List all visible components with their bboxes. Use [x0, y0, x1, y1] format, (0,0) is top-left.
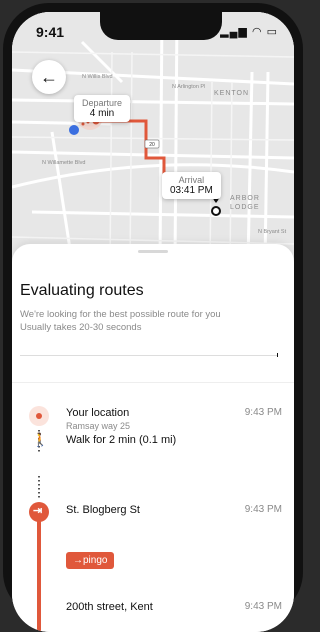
- step-transit-stop[interactable]: St. Blogberg St 9:43 PM: [66, 504, 282, 516]
- step-detail: Ramsay way 25: [66, 421, 131, 431]
- step-time: 9:43 PM: [244, 504, 282, 515]
- arrival-value: 03:41 PM: [170, 185, 213, 196]
- neighborhood-label: ARBOR: [230, 195, 260, 202]
- current-location-dot: [69, 125, 79, 135]
- progress-fill: [20, 355, 278, 356]
- pingo-badge: →pingo: [66, 552, 115, 569]
- sheet-handle[interactable]: [138, 250, 168, 253]
- subtitle-line: We're looking for the best possible rout…: [20, 309, 221, 320]
- sheet-subtitle: We're looking for the best possible rout…: [20, 308, 280, 334]
- status-time: 9:41: [36, 24, 65, 40]
- step-your-location[interactable]: Your location Ramsay way 25 9:43 PM: [66, 407, 282, 431]
- sheet-title: Evaluating routes: [20, 282, 144, 299]
- status-icons: ▂▄▆ ◠ ▭: [220, 26, 278, 38]
- device-notch: [100, 12, 222, 40]
- svg-text:20: 20: [149, 142, 155, 148]
- street-label: N Willamette Blvd: [42, 160, 86, 166]
- arrow-left-icon: ←: [40, 66, 58, 87]
- destination-dot: [211, 206, 221, 216]
- enter-transit-icon: ⇥: [33, 505, 43, 517]
- neighborhood-label: LODGE: [230, 204, 260, 211]
- back-button[interactable]: ←: [32, 60, 66, 94]
- subtitle-line: Usually takes 20-30 seconds: [20, 322, 142, 333]
- step-name: Walk for 2 min (0.1 mi): [66, 434, 177, 446]
- departure-label: Departure: [82, 98, 123, 108]
- arrival-callout: Arrival 03:41 PM: [162, 172, 221, 199]
- phone-frame: 20 N Willis Blvd N Arlington Pl KENTON N…: [3, 3, 303, 632]
- step-destination[interactable]: 200th street, Kent 9:43 PM: [66, 601, 282, 613]
- step-time: 9:43 PM: [244, 601, 282, 612]
- step-time: 9:43 PM: [244, 407, 282, 418]
- status-bar: 9:41 ▂▄▆ ◠ ▭: [12, 12, 294, 56]
- departure-callout: Departure 4 min: [74, 95, 131, 122]
- walking-icon: 🚶: [32, 432, 49, 447]
- divider: [12, 382, 294, 383]
- arrival-label: Arrival: [178, 175, 205, 185]
- app-screen: 20 N Willis Blvd N Arlington Pl KENTON N…: [12, 12, 294, 632]
- progress-bar: [20, 353, 278, 357]
- bottom-sheet[interactable]: Evaluating routes We're looking for the …: [12, 244, 294, 632]
- street-label: N Arlington Pl: [172, 84, 206, 90]
- street-label: N Willis Blvd: [82, 74, 113, 80]
- departure-value: 4 min: [89, 108, 115, 119]
- neighborhood-label: KENTON: [214, 90, 250, 97]
- street-label: N Bryant St: [258, 229, 287, 235]
- progress-end-tick: [276, 353, 278, 357]
- step-walk[interactable]: Walk for 2 min (0.1 mi): [66, 434, 282, 446]
